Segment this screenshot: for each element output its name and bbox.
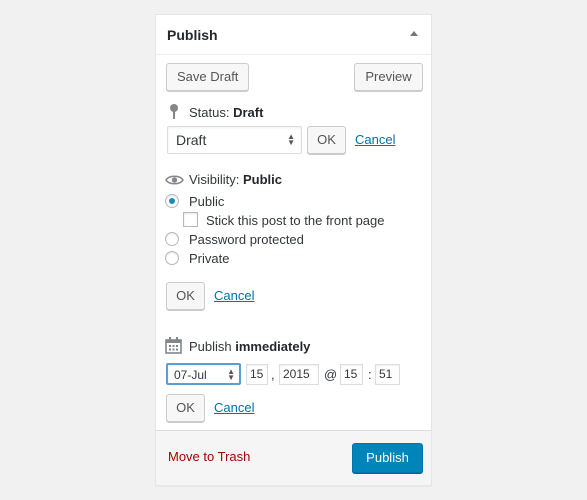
select-arrows-icon: ▲ ▼: [287, 132, 295, 147]
radio-public[interactable]: [165, 194, 179, 208]
day-input[interactable]: 15: [246, 364, 268, 385]
radio-password-protected-label: Password protected: [189, 232, 304, 247]
save-draft-button[interactable]: Save Draft: [166, 63, 250, 91]
schedule-ok-button[interactable]: OK: [166, 394, 205, 422]
status-value: Draft: [233, 105, 264, 120]
hour-input[interactable]: 15: [340, 364, 363, 385]
visibility-ok-button[interactable]: OK: [166, 282, 205, 310]
publish-box-footer: Move to Trash Publish: [156, 430, 431, 485]
schedule-cancel-link[interactable]: Cancel: [214, 400, 254, 415]
time-separator: :: [368, 367, 372, 382]
schedule-label: Publish immediately: [189, 339, 311, 354]
pin-icon: [170, 104, 178, 119]
publish-box-header[interactable]: Publish: [156, 15, 431, 55]
visibility-value: Public: [242, 172, 282, 187]
status-select[interactable]: Draft ▲ ▼: [167, 126, 302, 154]
publish-box: Publish Save Draft Preview Status: Draft…: [155, 14, 432, 486]
sticky-checkbox[interactable]: [183, 212, 198, 227]
schedule-value: immediately: [235, 339, 311, 354]
year-input[interactable]: 2015: [279, 364, 319, 385]
visibility-label: Visibility: Public: [189, 172, 282, 187]
radio-private-label: Private: [189, 251, 230, 266]
minute-input[interactable]: 51: [375, 364, 400, 385]
status-cancel-link[interactable]: Cancel: [355, 132, 395, 147]
eye-icon: [165, 175, 184, 185]
status-select-value: Draft: [176, 132, 207, 148]
visibility-cancel-link[interactable]: Cancel: [214, 288, 254, 303]
move-to-trash-link[interactable]: Move to Trash: [168, 449, 250, 464]
radio-password-protected[interactable]: [165, 232, 179, 246]
calendar-icon: [165, 337, 182, 354]
status-label: Status: Draft: [189, 105, 264, 120]
radio-public-label: Public: [189, 194, 225, 209]
preview-button[interactable]: Preview: [354, 63, 423, 91]
status-ok-button[interactable]: OK: [307, 126, 346, 154]
radio-private[interactable]: [165, 251, 179, 265]
publish-button[interactable]: Publish: [352, 443, 423, 473]
select-arrows-icon: ▲ ▼: [227, 367, 235, 382]
collapse-toggle-icon[interactable]: [410, 31, 418, 36]
publish-box-title: Publish: [167, 27, 218, 43]
date-separator: ,: [271, 367, 275, 382]
month-select[interactable]: 07-Jul ▲ ▼: [166, 363, 241, 385]
at-separator: @: [324, 367, 338, 382]
month-select-value: 07-Jul: [174, 368, 207, 382]
sticky-checkbox-label: Stick this post to the front page: [206, 213, 385, 228]
